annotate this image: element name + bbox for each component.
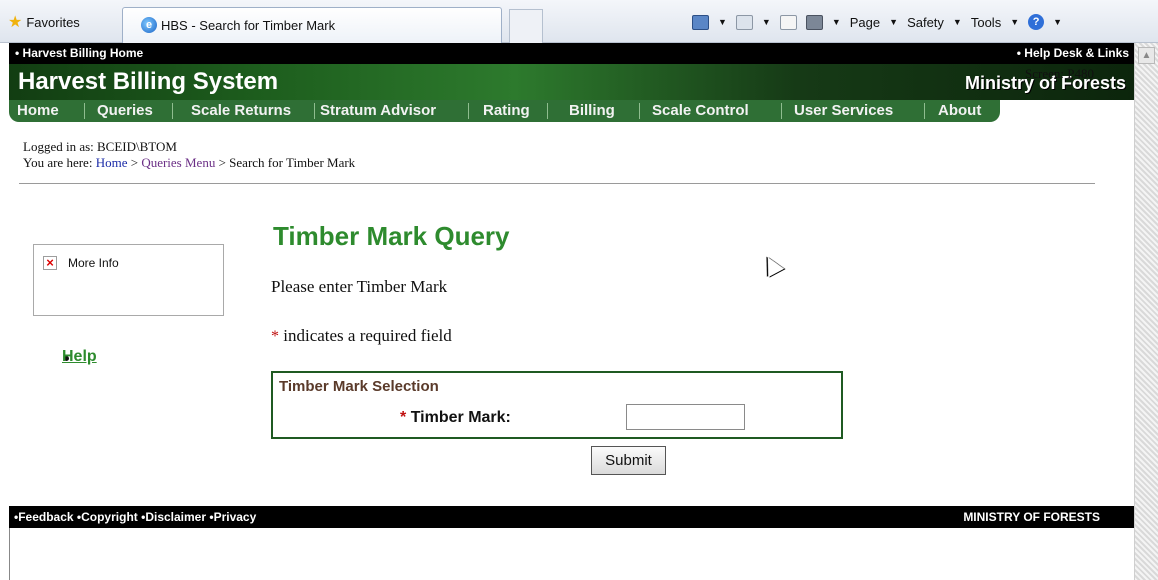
required-star: * (400, 409, 407, 426)
divider (19, 183, 1095, 184)
favorites-button[interactable]: ★ Favorites (8, 12, 80, 32)
tools-menu[interactable]: Tools (971, 15, 1001, 30)
browser-command-bar: ★ Favorites e HBS - Search for Timber Ma… (0, 0, 1158, 43)
footer-link-privacy[interactable]: •Privacy (209, 510, 256, 524)
instruction-text: Please enter Timber Mark (271, 277, 448, 296)
help-icon[interactable]: ? (1028, 14, 1045, 30)
more-info-box: × More Info (33, 244, 224, 316)
browser-tab[interactable]: e HBS - Search for Timber Mark (122, 7, 502, 43)
screen-id: Screen: P480 (1025, 66, 1094, 81)
menu-scale-control[interactable]: Scale Control (652, 100, 749, 122)
session-status: Logged in as: BCEID\BTOM You are here: H… (23, 139, 355, 171)
submit-button[interactable]: Submit (591, 446, 666, 475)
page-title: Timber Mark Query (273, 221, 510, 251)
breadcrumb-queries-menu[interactable]: Queries Menu (141, 155, 215, 170)
breadcrumb: You are here: Home > Queries Menu > Sear… (23, 155, 356, 170)
broken-image-icon: × (43, 256, 57, 270)
menu-user-services[interactable]: User Services (794, 100, 893, 122)
mail-icon[interactable] (779, 14, 797, 30)
site-banner: Harvest Billing System Ministry of Fores… (9, 64, 1134, 100)
menu-stratum-advisor[interactable]: Stratum Advisor (320, 100, 436, 122)
timber-mark-label-text: Timber Mark: (410, 409, 511, 426)
footer-ministry: MINISTRY OF FORESTS (963, 510, 1100, 524)
harvest-billing-home-link[interactable]: • Harvest Billing Home (15, 46, 143, 60)
timber-mark-selection: Timber Mark Selection * Timber Mark: (271, 371, 843, 439)
browser-window: ★ Favorites e HBS - Search for Timber Ma… (0, 0, 1158, 580)
help-desk-links[interactable]: • Help Desk & Links (1017, 46, 1129, 60)
menu-billing[interactable]: Billing (569, 100, 615, 122)
menu-home[interactable]: Home (17, 100, 59, 122)
fieldset-legend: Timber Mark Selection (279, 378, 439, 395)
site-footer: •Feedback •Copyright •Disclaimer •Privac… (9, 506, 1134, 528)
dropdown-arrow-icon[interactable]: ▼ (1053, 17, 1062, 27)
favorites-label: Favorites (26, 14, 80, 30)
menu-queries[interactable]: Queries (97, 100, 153, 122)
timber-mark-input[interactable] (626, 404, 745, 430)
footer-link-disclaimer[interactable]: •Disclaimer (141, 510, 206, 524)
dropdown-arrow-icon[interactable]: ▼ (718, 17, 727, 27)
dropdown-arrow-icon[interactable]: ▼ (953, 17, 962, 27)
internet-explorer-icon: e (141, 17, 157, 33)
safety-menu[interactable]: Safety (907, 15, 944, 30)
help-link[interactable]: Help (62, 348, 97, 366)
home-icon[interactable] (692, 14, 709, 30)
breadcrumb-home[interactable]: Home (96, 155, 128, 170)
tab-title: HBS - Search for Timber Mark (161, 18, 336, 33)
new-tab-button[interactable] (509, 9, 543, 43)
menu-rating[interactable]: Rating (483, 100, 530, 122)
system-name: Harvest Billing System (18, 68, 279, 95)
logged-in-user: Logged in as: BCEID\BTOM (23, 139, 177, 154)
site-header: • Harvest Billing Home • Help Desk & Lin… (9, 43, 1134, 122)
required-star: * (271, 328, 279, 345)
top-navigation: • Harvest Billing Home • Help Desk & Lin… (9, 43, 1134, 64)
dropdown-arrow-icon[interactable]: ▼ (762, 17, 771, 27)
vertical-scrollbar[interactable]: ▲ (1134, 43, 1158, 580)
star-icon: ★ (8, 14, 23, 31)
footer-link-copyright[interactable]: •Copyright (77, 510, 138, 524)
dropdown-arrow-icon[interactable]: ▼ (832, 17, 841, 27)
required-note-text: indicates a required field (283, 326, 452, 345)
footer-link-feedback[interactable]: •Feedback (14, 510, 74, 524)
breadcrumb-prefix: You are here: (23, 155, 93, 170)
page-menu[interactable]: Page (850, 15, 880, 30)
main-menu: Home Queries Scale Returns Stratum Advis… (9, 100, 1000, 122)
print-icon[interactable] (805, 14, 823, 30)
menu-scale-returns[interactable]: Scale Returns (191, 100, 291, 122)
page-left-edge (9, 528, 10, 580)
required-field-note: * indicates a required field (271, 326, 452, 346)
footer-links: •Feedback •Copyright •Disclaimer •Privac… (14, 510, 256, 524)
breadcrumb-current: Search for Timber Mark (229, 155, 356, 170)
menu-about[interactable]: About (938, 100, 981, 122)
command-buttons: ▼ ▼ ▼ Page ▼ Safety ▼ Tools ▼ ? ▼ (692, 12, 1062, 32)
timber-mark-label: * Timber Mark: (400, 409, 511, 427)
dropdown-arrow-icon[interactable]: ▼ (1010, 17, 1019, 27)
rss-feed-icon[interactable] (735, 14, 753, 30)
more-info-label: More Info (68, 256, 119, 270)
mouse-pointer-icon (759, 252, 785, 278)
scroll-up-arrow-icon[interactable]: ▲ (1138, 47, 1155, 64)
dropdown-arrow-icon[interactable]: ▼ (889, 17, 898, 27)
